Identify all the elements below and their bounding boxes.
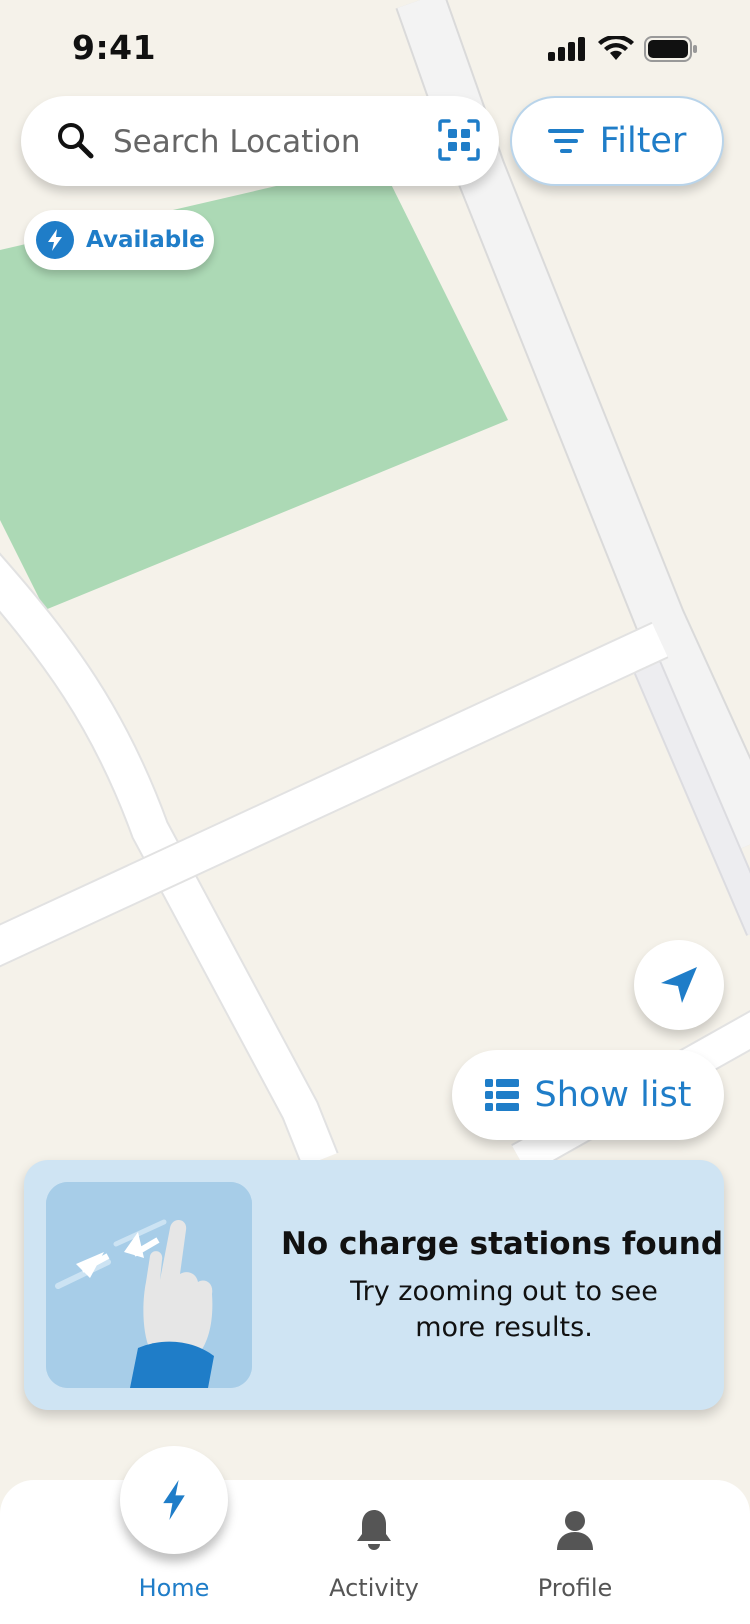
navigation-arrow-icon [661,967,697,1003]
bell-icon [357,1510,391,1550]
no-results-message: Try zooming out to see more results. [350,1276,658,1343]
tab-home-label: Home [138,1574,210,1602]
list-icon [484,1079,519,1111]
bolt-icon [36,221,74,259]
tab-home[interactable]: Home [94,1480,254,1624]
tab-activity-label: Activity [329,1574,419,1602]
filter-label: Filter [599,121,687,161]
status-bar: 9:41 [0,0,750,96]
pinch-zoom-hand-illustration [46,1182,252,1388]
search-bar[interactable] [21,96,499,186]
battery-icon [644,36,697,62]
no-results-title: No charge stations found [280,1226,724,1262]
tab-profile[interactable]: Profile [495,1480,655,1624]
status-icons [548,36,698,62]
show-list-label: Show list [534,1075,692,1115]
filter-button[interactable]: Filter [510,96,724,186]
search-icon [58,123,94,159]
show-list-button[interactable]: Show list [452,1050,724,1140]
tab-activity[interactable]: Activity [294,1480,454,1624]
locate-me-button[interactable] [634,940,724,1030]
available-label: Available [86,227,205,253]
user-icon [557,1511,593,1550]
filter-icon [547,129,584,153]
qr-scan-icon[interactable] [437,118,481,162]
search-input[interactable] [111,114,415,170]
wifi-icon [598,36,634,60]
available-filter-chip[interactable]: Available [24,210,214,270]
no-results-card: No charge stations found Try zooming out… [24,1160,724,1410]
tab-profile-label: Profile [537,1574,613,1602]
status-time: 9:41 [72,28,157,67]
signal-icon [548,37,585,61]
